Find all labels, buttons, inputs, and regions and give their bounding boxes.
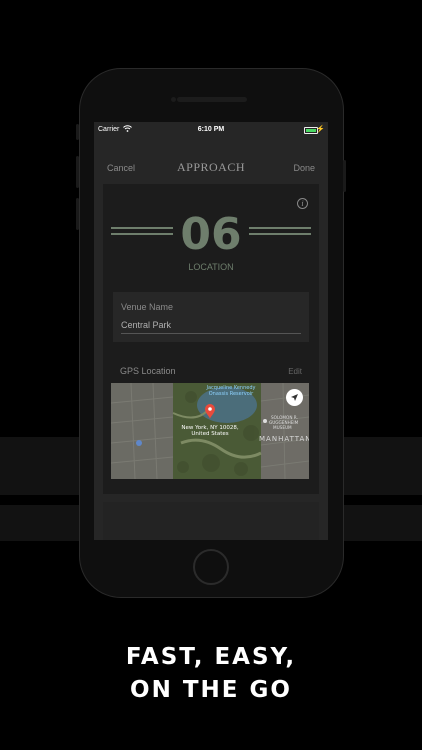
map-district-label: MANHATTAN [259,435,309,443]
step-label: LOCATION [188,262,234,272]
venue-field[interactable]: Venue Name Central Park [113,292,309,342]
home-button[interactable] [193,549,229,585]
status-time: 6:10 PM [197,126,225,133]
map-satellite-image: New York, NY 10028, United States Jacque… [111,383,309,479]
location-arrow-icon [291,394,298,401]
location-card: i 06 LOCATION Venue Name Central Park GP… [103,184,319,494]
phone-screen: Carrier 6:10 PM ⚡ Cancel APPROACH Done i… [94,122,328,540]
venue-label: Venue Name [121,302,174,312]
done-button[interactable]: Done [293,163,315,173]
status-bar: Carrier 6:10 PM ⚡ [94,122,328,138]
mute-switch [76,124,79,140]
step-number: 06 [180,212,241,260]
charging-bolt-icon: ⚡ [316,126,325,133]
venue-input[interactable]: Central Park [121,320,171,330]
next-card [103,502,319,540]
front-camera [171,97,176,102]
volume-down-button [76,198,79,230]
info-icon[interactable]: i [297,198,308,209]
gps-label: GPS Location [120,366,176,376]
gps-edit-button[interactable]: Edit [288,367,302,376]
venue-underline [121,333,301,334]
map-pin-label-line2: United States [191,431,228,437]
slogan-line1: FAST, EASY, [125,644,297,670]
power-button [343,160,346,192]
slogan-line2: ON THE GO [130,677,292,703]
volume-up-button [76,156,79,188]
map-locate-button[interactable] [286,389,303,406]
nav-bar: Cancel APPROACH Done [94,156,328,178]
map-poi2-line3: MUSEUM [273,425,292,430]
battery-fill [306,129,316,132]
map-view[interactable]: New York, NY 10028, United States Jacque… [111,383,309,479]
map-poi1-line2: Onassis Reservoir [209,391,254,397]
earpiece [177,97,247,102]
